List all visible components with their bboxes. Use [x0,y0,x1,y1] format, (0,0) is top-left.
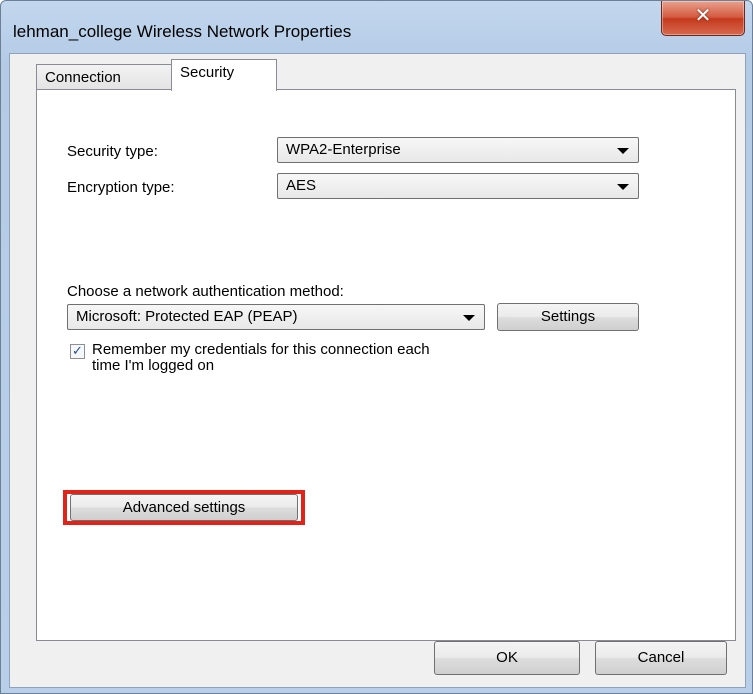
cancel-button[interactable]: Cancel [595,641,727,675]
close-icon: ✕ [694,3,712,27]
close-button[interactable]: ✕ [661,1,745,36]
remember-credentials-label: Remember my credentials for this connect… [92,342,430,374]
encryption-type-value: AES [286,177,317,194]
encryption-type-select[interactable]: AES [277,173,639,199]
tab-security[interactable]: Security [171,59,277,91]
highlight-box [63,490,305,525]
settings-button[interactable]: Settings [497,303,639,331]
remember-credentials-checkbox[interactable]: ✓ [70,344,85,359]
auth-method-label: Choose a network authentication method: [67,283,344,300]
security-type-value: WPA2-Enterprise [286,141,401,158]
security-type-select[interactable]: WPA2-Enterprise [277,137,639,163]
chevron-down-icon [463,315,475,321]
remember-label-line2: time I'm logged on [92,357,215,374]
auth-method-select[interactable]: Microsoft: Protected EAP (PEAP) [67,304,485,330]
chevron-down-icon [617,184,629,190]
security-type-label: Security type: [67,143,158,160]
remember-label-line1: Remember my credentials for this connect… [92,341,430,358]
auth-method-value: Microsoft: Protected EAP (PEAP) [76,308,298,325]
encryption-type-label: Encryption type: [67,179,175,196]
window-title: lehman_college Wireless Network Properti… [13,22,352,41]
tab-connection[interactable]: Connection [36,64,172,90]
chevron-down-icon [617,148,629,154]
ok-button[interactable]: OK [434,641,580,675]
